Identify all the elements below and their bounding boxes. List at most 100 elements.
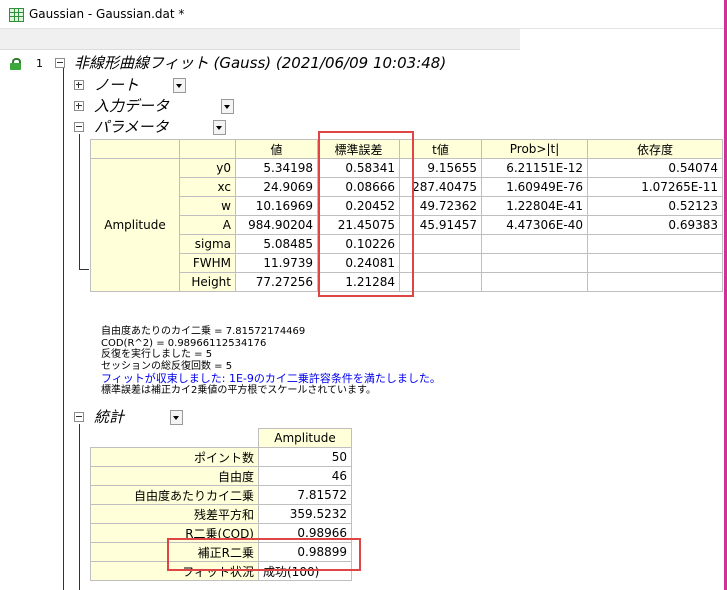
param-value[interactable]: 11.9739 [235, 253, 318, 273]
param-name: FWHM [179, 253, 236, 273]
param-error[interactable]: 0.24081 [317, 253, 400, 273]
param-name: xc [179, 177, 236, 197]
app-icon [9, 8, 24, 22]
param-name: Height [179, 272, 236, 292]
param-name: sigma [179, 234, 236, 254]
parameters-dropdown-arrow-icon[interactable] [213, 120, 226, 135]
param-value[interactable]: 5.08485 [235, 234, 318, 254]
section-input-data[interactable]: 入力データ [94, 95, 169, 116]
window-title: Gaussian - Gaussian.dat * [29, 7, 185, 21]
param-name: w [179, 196, 236, 216]
tree-line [79, 269, 89, 270]
param-name: A [179, 215, 236, 235]
table-row: フィット状況 成功(100) [90, 561, 352, 581]
stat-value[interactable]: 0.98966 [258, 523, 352, 543]
converged-message: フィットが収束しました: 1E-9のカイ二乗許容条件を満たしました。 [101, 371, 441, 385]
note-line: COD(R^2) = 0.98966112534176 [101, 337, 267, 349]
stat-value[interactable]: 50 [258, 447, 352, 467]
column-header[interactable]: 標準誤差 [317, 139, 400, 159]
param-dep[interactable]: 0.69383 [587, 215, 723, 235]
param-t[interactable] [399, 234, 482, 254]
table-row: FWHM 11.9739 0.24081 [91, 253, 723, 273]
param-dep[interactable]: 1.07265E-11 [587, 177, 723, 197]
table-header-row: Amplitude [90, 428, 352, 448]
param-dep[interactable]: 0.52123 [587, 196, 723, 216]
table-row: xc 24.9069 0.08666 287.40475 1.60949E-76… [91, 177, 723, 197]
param-dep[interactable] [587, 234, 723, 254]
table-header-row: 値 標準誤差 t値 Prob>|t| 依存度 [90, 139, 723, 159]
param-value[interactable]: 10.16969 [235, 196, 318, 216]
param-prob[interactable]: 1.60949E-76 [481, 177, 588, 197]
parameters-table: 値 標準誤差 t値 Prob>|t| 依存度 Amplitude y0 5.34… [90, 139, 723, 292]
param-prob[interactable]: 4.47306E-40 [481, 215, 588, 235]
column-header[interactable]: Prob>|t| [481, 139, 588, 159]
param-prob[interactable]: 1.22804E-41 [481, 196, 588, 216]
param-error[interactable]: 1.21284 [317, 272, 400, 292]
collapse-statistics-expander-icon[interactable] [74, 412, 84, 422]
param-prob[interactable]: 6.21151E-12 [481, 158, 588, 178]
notes-dropdown-arrow-icon[interactable] [173, 78, 186, 93]
param-error[interactable]: 21.45075 [317, 215, 400, 235]
param-value[interactable]: 984.90204 [235, 215, 318, 235]
table-row: R二乗(COD) 0.98966 [90, 523, 352, 543]
stat-label: 自由度あたりカイ二乗 [90, 485, 259, 505]
param-value[interactable]: 5.34198 [235, 158, 318, 178]
param-t[interactable] [399, 253, 482, 273]
section-parameters[interactable]: パラメータ [94, 116, 169, 137]
fit-notes: 自由度あたりのカイ二乗 = 7.81572174469 COD(R^2) = 0… [101, 326, 441, 396]
param-prob[interactable] [481, 253, 588, 273]
param-value[interactable]: 24.9069 [235, 177, 318, 197]
note-line: 自由度あたりのカイ二乗 = 7.81572174469 [101, 326, 306, 337]
table-row: sigma 5.08485 0.10226 [91, 234, 723, 254]
param-value[interactable]: 77.27256 [235, 272, 318, 292]
param-error[interactable]: 0.10226 [317, 234, 400, 254]
stat-label: 補正R二乗 [90, 542, 259, 562]
table-row: Amplitude y0 5.34198 0.58341 9.15655 6.2… [90, 158, 723, 292]
param-dep[interactable] [587, 253, 723, 273]
scale-note: 標準誤差は補正カイ2乗値の平方根でスケールされています。 [101, 384, 377, 396]
note-line: 反復を実行しました = 5 [101, 349, 213, 361]
horizontal-scrollbar[interactable] [0, 29, 520, 50]
expand-input-data-expander-icon[interactable] [74, 101, 84, 111]
param-t[interactable]: 45.91457 [399, 215, 482, 235]
param-dep[interactable] [587, 272, 723, 292]
section-notes[interactable]: ノート [94, 74, 139, 95]
param-t[interactable]: 9.15655 [399, 158, 482, 178]
statistics-table: Amplitude ポイント数 50 自由度 46 自由度あたりカイ二乗 7.8… [90, 428, 352, 581]
tree-line [79, 134, 80, 270]
stat-label: 自由度 [90, 466, 259, 486]
column-header[interactable]: 値 [235, 139, 318, 159]
lock-icon[interactable] [10, 58, 21, 70]
stat-value[interactable]: 7.81572 [258, 485, 352, 505]
expand-notes-expander-icon[interactable] [74, 80, 84, 90]
column-header[interactable]: Amplitude [258, 428, 352, 448]
param-dep[interactable]: 0.54074 [587, 158, 723, 178]
param-error[interactable]: 0.20452 [317, 196, 400, 216]
stat-value[interactable]: 成功(100) [258, 561, 352, 581]
param-t[interactable] [399, 272, 482, 292]
window-titlebar: Gaussian - Gaussian.dat * [0, 0, 727, 29]
input-data-dropdown-arrow-icon[interactable] [221, 99, 234, 114]
param-prob[interactable] [481, 272, 588, 292]
stat-value[interactable]: 359.5232 [258, 504, 352, 524]
table-row: 残差平方和 359.5232 [90, 504, 352, 524]
table-row: ポイント数 50 [90, 447, 352, 467]
statistics-dropdown-arrow-icon[interactable] [170, 410, 183, 425]
column-header[interactable]: t値 [399, 139, 482, 159]
stat-value[interactable]: 46 [258, 466, 352, 486]
table-row: Height 77.27256 1.21284 [91, 272, 723, 292]
collapse-parameters-expander-icon[interactable] [74, 122, 84, 132]
collapse-report-expander-icon[interactable] [55, 58, 65, 68]
stat-label: ポイント数 [90, 447, 259, 467]
param-prob[interactable] [481, 234, 588, 254]
param-error[interactable]: 0.08666 [317, 177, 400, 197]
stat-value[interactable]: 0.98899 [258, 542, 352, 562]
param-t[interactable]: 49.72362 [399, 196, 482, 216]
param-t[interactable]: 287.40475 [399, 177, 482, 197]
column-header[interactable]: 依存度 [587, 139, 723, 159]
report-title: 非線形曲線フィット (Gauss) (2021/06/09 10:03:48) [74, 54, 447, 72]
row-number: 1 [36, 57, 43, 70]
group-label: Amplitude [90, 158, 180, 292]
param-error[interactable]: 0.58341 [317, 158, 400, 178]
section-statistics[interactable]: 統計 [94, 406, 124, 427]
